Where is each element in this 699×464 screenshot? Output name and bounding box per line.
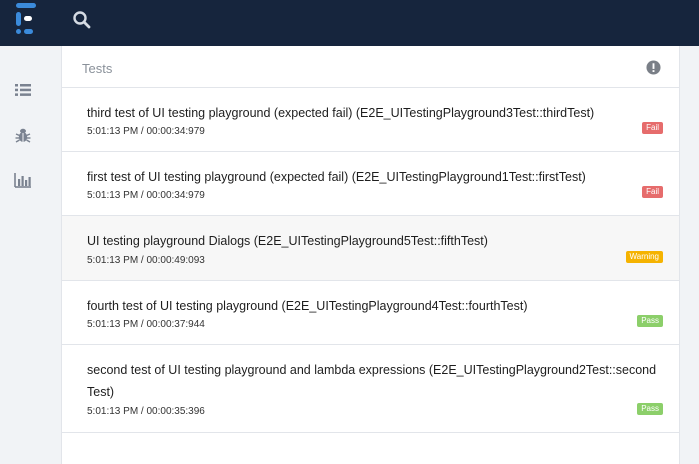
test-timestamp: 5:01:13 PM / 00:00:49:093: [87, 255, 205, 266]
bar-chart-icon[interactable]: [13, 170, 33, 190]
test-name: second test of UI testing playground and…: [87, 363, 657, 399]
test-item[interactable]: fourth test of UI testing playground (E2…: [62, 281, 679, 345]
test-timestamp: 5:01:13 PM / 00:00:34:979: [87, 126, 205, 137]
test-timestamp: 5:01:13 PM / 00:00:34:979: [87, 190, 205, 201]
test-name: first test of UI testing playground (exp…: [87, 170, 586, 184]
list-icon[interactable]: [13, 80, 33, 100]
status-badge: Warning: [625, 251, 663, 263]
test-list-panel: Tests third test of UI testing playgroun…: [61, 46, 680, 464]
panel-title: Tests: [82, 61, 113, 76]
status-badge: Pass: [637, 403, 663, 415]
status-badge: Fail: [642, 122, 663, 134]
top-navbar: [0, 0, 699, 46]
test-name: third test of UI testing playground (exp…: [87, 106, 595, 120]
test-timestamp: 5:01:13 PM / 00:00:37:944: [87, 319, 205, 330]
test-item[interactable]: second test of UI testing playground and…: [62, 345, 679, 433]
status-badge: Fail: [642, 186, 663, 198]
info-icon[interactable]: [646, 60, 661, 75]
bug-icon[interactable]: [13, 125, 33, 145]
test-name: fourth test of UI testing playground (E2…: [87, 299, 528, 313]
sidebar: [0, 46, 60, 464]
test-item[interactable]: UI testing playground Dialogs (E2E_UITes…: [62, 216, 679, 281]
panel-header: Tests: [62, 46, 679, 88]
test-item[interactable]: third test of UI testing playground (exp…: [62, 88, 679, 152]
extent-logo-icon[interactable]: [14, 3, 42, 35]
test-timestamp: 5:01:13 PM / 00:00:35:396: [87, 406, 205, 417]
test-name: UI testing playground Dialogs (E2E_UITes…: [87, 234, 488, 248]
status-badge: Pass: [637, 315, 663, 327]
test-item[interactable]: first test of UI testing playground (exp…: [62, 152, 679, 216]
search-icon[interactable]: [72, 10, 92, 30]
